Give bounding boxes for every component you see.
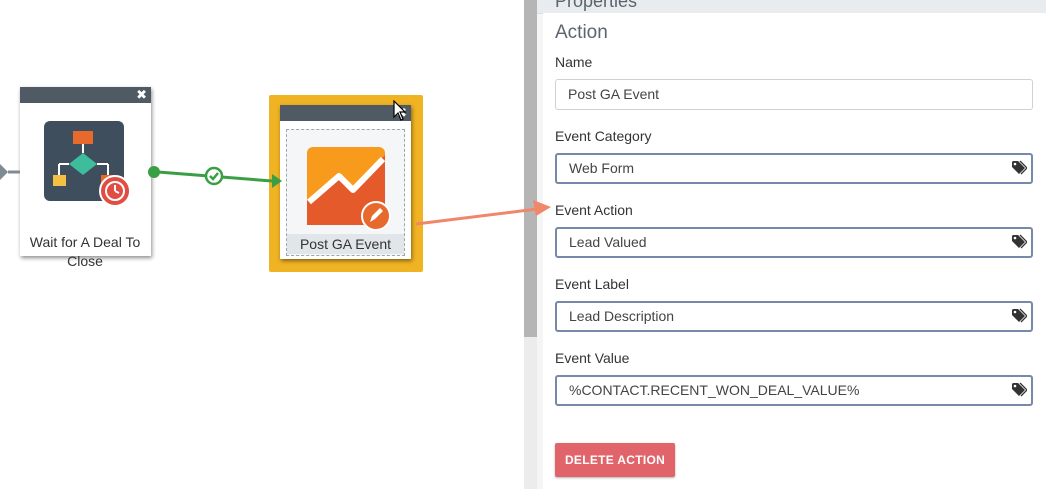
tag-icon[interactable]: [1011, 234, 1027, 250]
event-action-value: Lead Valued: [569, 234, 647, 250]
workflow-node-wait-for-deal[interactable]: ✖ Wait for A Deal To Close: [20, 87, 151, 269]
flowchart-timer-icon: [44, 121, 131, 207]
name-label: Name: [555, 54, 593, 70]
node-header: ✖: [20, 87, 151, 103]
section-title: Action: [555, 22, 608, 43]
tag-icon[interactable]: [1011, 382, 1027, 398]
panel-header-title: Properties: [555, 0, 638, 11]
delete-action-button[interactable]: DELETE ACTION: [555, 443, 675, 477]
event-value-field[interactable]: %CONTACT.RECENT_WON_DEAL_VALUE%: [555, 375, 1033, 406]
name-field[interactable]: Post GA Event: [555, 79, 1033, 110]
google-analytics-icon: [307, 147, 391, 231]
event-category-value: Web Form: [569, 160, 635, 176]
event-action-field[interactable]: Lead Valued: [555, 227, 1033, 258]
event-category-label: Event Category: [555, 128, 652, 144]
node-header: ✖: [280, 105, 411, 121]
event-action-label: Event Action: [555, 202, 633, 218]
mouse-cursor-icon: [393, 100, 407, 121]
node-label: Post GA Event: [287, 234, 404, 254]
tag-icon[interactable]: [1011, 308, 1027, 324]
panel-body: Action Name Post GA Event Event Category…: [543, 13, 1046, 489]
node-body: Post GA Event: [286, 129, 405, 256]
panel-header: Properties: [537, 0, 1046, 14]
workflow-node-post-ga-event[interactable]: ✖ Post GA Event: [280, 105, 411, 259]
name-value: Post GA Event: [568, 86, 660, 102]
node-label: Wait for A Deal To Close: [29, 234, 141, 269]
canvas-scrollbar[interactable]: [524, 0, 537, 489]
scrollbar-thumb[interactable]: [524, 0, 537, 337]
workflow-canvas[interactable]: ✖ Wait for A Deal To Close Post GA Event: [0, 0, 524, 489]
properties-panel: Properties Action Name Post GA Event Eve…: [537, 0, 1046, 489]
tag-icon[interactable]: [1011, 160, 1027, 176]
event-value-label: Event Value: [555, 350, 630, 366]
event-label-value: Lead Description: [569, 308, 675, 324]
event-value-value: %CONTACT.RECENT_WON_DEAL_VALUE%: [569, 382, 860, 398]
node-body: Wait for A Deal To Close: [26, 109, 144, 269]
event-category-field[interactable]: Web Form: [555, 153, 1033, 184]
event-label-field[interactable]: Lead Description: [555, 301, 1033, 332]
close-icon[interactable]: ✖: [136, 87, 147, 103]
event-label-label: Event Label: [555, 276, 629, 292]
